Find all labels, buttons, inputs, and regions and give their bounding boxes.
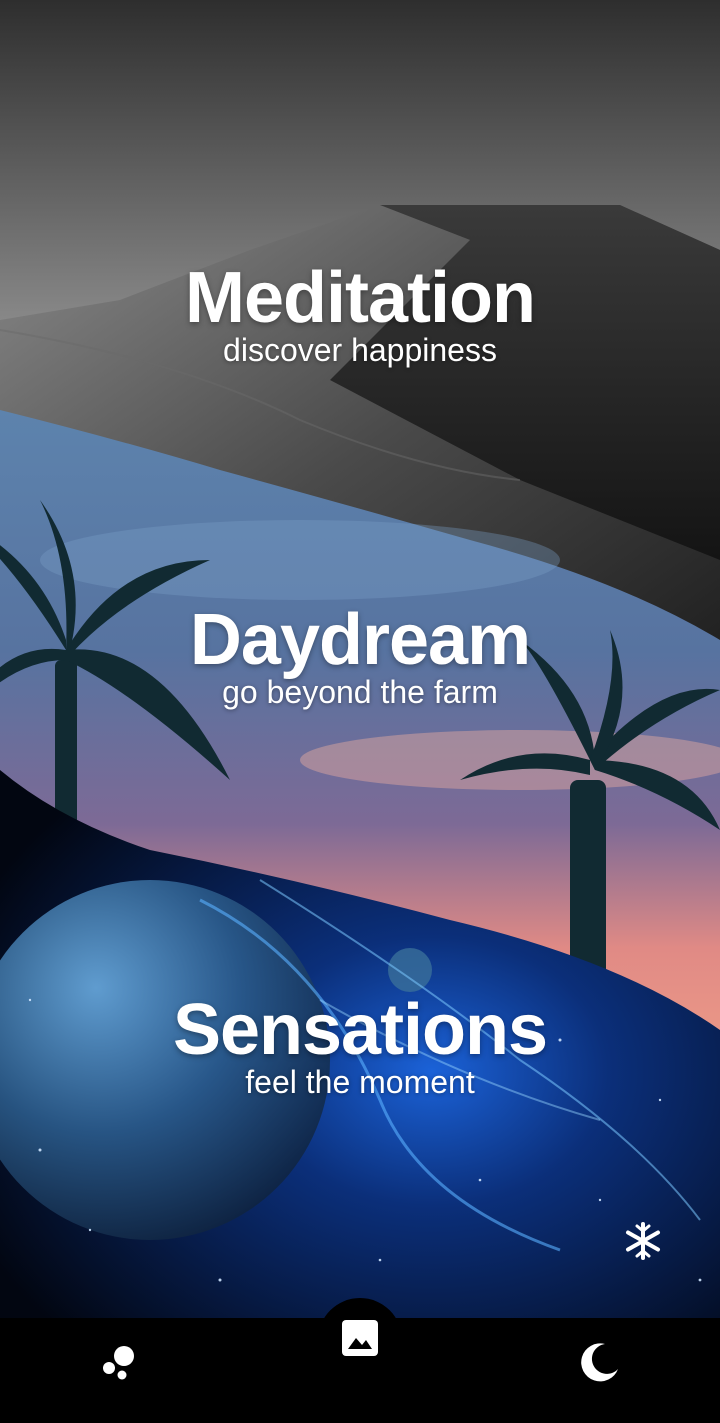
panel-subtitle: go beyond the farm — [222, 674, 498, 710]
panel-title: Sensations — [172, 990, 548, 1070]
moon-icon[interactable] — [570, 1332, 630, 1392]
bubbles-icon[interactable] — [90, 1332, 150, 1392]
panel-sensations[interactable]: Sensations feel the moment — [0, 990, 720, 1102]
panel-subtitle: discover happiness — [223, 332, 497, 368]
panel-subtitle: feel the moment — [245, 1064, 475, 1100]
panel-title: Meditation — [185, 258, 536, 338]
scene-background: Meditation discover happiness Daydream g… — [0, 0, 720, 1318]
panel-title: Daydream — [189, 600, 531, 680]
panel-meditation[interactable]: Meditation discover happiness — [0, 258, 720, 370]
panel-daydream[interactable]: Daydream go beyond the farm — [0, 600, 720, 712]
image-icon[interactable] — [330, 1308, 390, 1368]
snowflake-icon[interactable] — [620, 1218, 666, 1264]
